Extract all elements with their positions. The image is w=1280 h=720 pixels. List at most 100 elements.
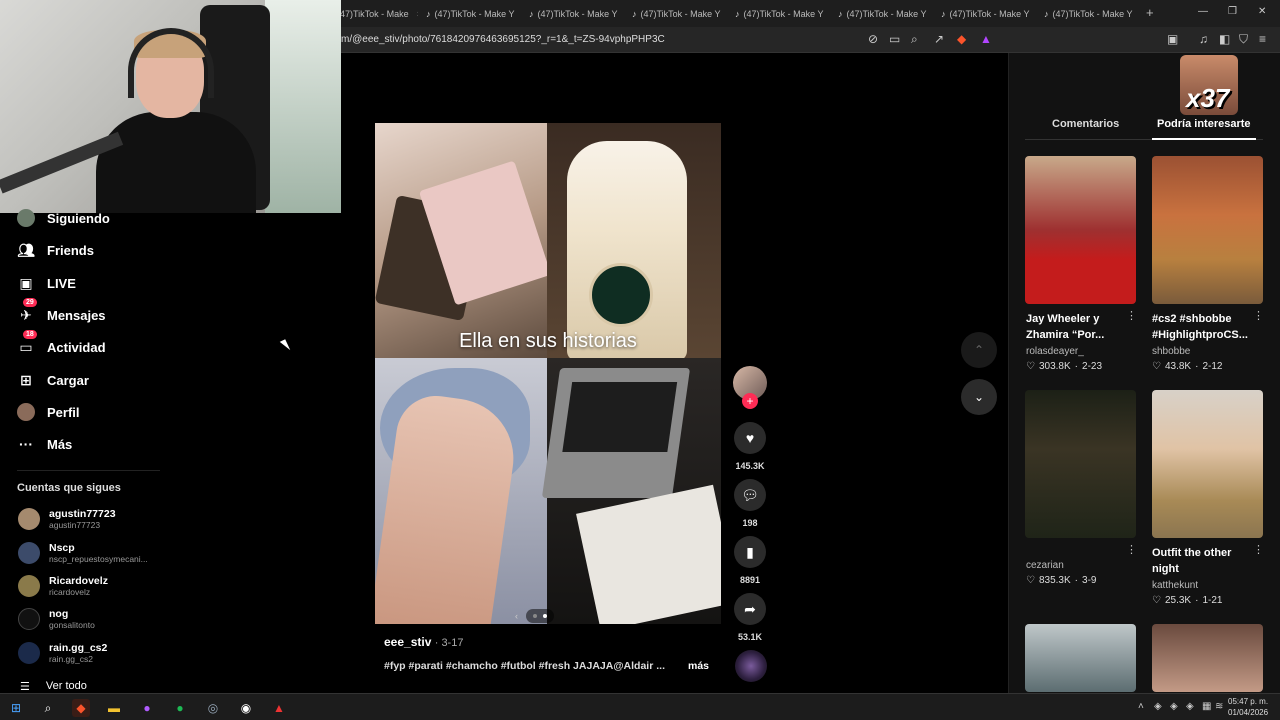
suggested-video-thumbnail[interactable] (1152, 624, 1263, 692)
network-icon[interactable]: ▦ (1202, 701, 1211, 712)
search-icon[interactable]: ⌕ (39, 699, 57, 717)
tray-app-icon[interactable]: ◈ (1170, 701, 1178, 712)
suggested-video-thumbnail[interactable] (1152, 390, 1263, 538)
suggested-video-thumbnail[interactable] (1152, 156, 1263, 304)
tiktok-icon: ♪ (735, 9, 740, 19)
previous-video-button[interactable]: ⌃ (961, 332, 997, 368)
like-count: 145.3K (735, 461, 765, 471)
minimize-icon[interactable]: — (1198, 6, 1208, 17)
spotify-icon[interactable]: ● (171, 699, 189, 717)
carousel-prev-icon[interactable]: ‹ (515, 611, 518, 621)
more-options-icon[interactable]: ⋮ (1253, 543, 1264, 556)
sidebar-item-upload[interactable]: ⊞ Cargar (17, 371, 89, 389)
zoom-icon[interactable]: ⌕ (911, 32, 918, 47)
browser-tab[interactable]: ♪ (47)TikTok - Make Y (838, 5, 934, 23)
rewards-icon[interactable]: ▲ (980, 32, 992, 46)
suggested-video-thumbnail[interactable] (1025, 390, 1136, 538)
webcam-person-body (96, 112, 256, 213)
vpn-icon[interactable]: ⛉ (1239, 32, 1248, 47)
browser-tab[interactable]: ♪ (47)TikTok - Make Y (941, 5, 1037, 23)
brave-browser-icon[interactable]: ◆ (72, 699, 90, 717)
save-button[interactable]: ▮ (734, 536, 766, 568)
browser-tab[interactable]: 47)TikTok - Make× (340, 5, 418, 23)
browser-tab[interactable]: ♪ (47)TikTok - Make Y (426, 5, 522, 23)
share-icon[interactable]: ↗ (934, 32, 944, 46)
file-explorer-icon[interactable]: ▬ (105, 699, 123, 717)
carousel-dot-active[interactable] (543, 614, 547, 618)
menu-icon[interactable]: ≡ (1259, 32, 1266, 46)
sidebar-divider (17, 470, 160, 471)
browser-tab[interactable]: ♪ (47)TikTok - Make Y (529, 5, 625, 23)
tiktok-icon: ♪ (529, 9, 534, 19)
obs-icon[interactable]: ◉ (237, 699, 255, 717)
like-button[interactable]: ♥ (734, 422, 766, 454)
media-icon[interactable]: ♫ (1199, 32, 1208, 46)
sidebar-item-more[interactable]: ··· Más (17, 435, 72, 453)
close-window-icon[interactable]: ✕ (1258, 6, 1266, 17)
suggested-video-author[interactable]: rolasdeayer_ (1026, 346, 1084, 357)
close-icon[interactable]: × (417, 9, 418, 19)
profile-avatar-icon (17, 403, 35, 421)
suggested-video-author[interactable]: shbobbe (1152, 346, 1190, 357)
system-clock[interactable]: 05:47 p. m. 01/04/2026 (1228, 696, 1268, 718)
more-options-icon[interactable]: ⋮ (1126, 309, 1137, 322)
next-video-button[interactable]: ⌄ (961, 379, 997, 415)
sidebar-toggle-icon[interactable]: ▣ (1167, 32, 1178, 46)
more-options-icon[interactable]: ⋮ (1126, 543, 1137, 556)
suggested-video-title[interactable]: Outfit the other night (1152, 545, 1256, 577)
reader-off-icon[interactable]: ⊘ (868, 32, 878, 46)
see-all-button[interactable]: ☰ Ver todo (20, 680, 87, 693)
app-icon[interactable]: ▲ (270, 699, 288, 717)
sidebar-item-messages[interactable]: ✈ 29 Mensajes (17, 298, 106, 324)
new-tab-button[interactable]: + (1146, 5, 1154, 20)
sidebar-item-friends[interactable]: 👥︎ Friends (17, 241, 94, 259)
tray-app-icon[interactable]: ◈ (1186, 701, 1194, 712)
more-options-icon[interactable]: ⋮ (1253, 309, 1264, 322)
heart-outline-icon: ♡ (1152, 595, 1161, 606)
carousel-dot[interactable] (533, 614, 537, 618)
followed-account[interactable]: rain.gg_cs2 rain.gg_cs2 (18, 642, 107, 664)
avatar (18, 608, 40, 630)
suggested-video-author[interactable]: cezarian (1026, 560, 1064, 571)
sidebar-item-activity[interactable]: ▭ 18 Actividad (17, 330, 106, 356)
suggested-video-title[interactable]: #cs2 #shbobbe #HighlightproCS... (1152, 311, 1256, 343)
followed-account[interactable]: agustin77723 agustin77723 (18, 508, 116, 530)
share-button[interactable]: ➦ (734, 593, 766, 625)
followed-account[interactable]: Ricardovelz ricardovelz (18, 575, 108, 597)
suggested-video-thumbnail[interactable] (1025, 624, 1136, 692)
followed-account[interactable]: Nscp nscp_repuestosymecani... (18, 542, 148, 564)
url-field[interactable]: m/@eee_stiv/photo/7618420976463695125?_r… (341, 34, 665, 45)
chevron-down-icon: ⌄ (973, 390, 985, 404)
comment-button[interactable]: 💬︎ (734, 479, 766, 511)
suggested-video-thumbnail[interactable] (1025, 156, 1136, 304)
cast-icon[interactable]: ▭ (889, 32, 900, 46)
discord-app-icon[interactable]: ● (138, 699, 156, 717)
steam-icon[interactable]: ◎ (204, 699, 222, 717)
photo-carousel[interactable]: Ella en sus historias ‹ (375, 123, 721, 624)
wifi-icon[interactable]: ≋ (1215, 701, 1223, 712)
tab-comments[interactable]: Comentarios (1052, 118, 1119, 130)
tab-suggested[interactable]: Podría interesarte (1157, 118, 1251, 130)
photo-cell (375, 123, 552, 358)
tray-app-icon[interactable]: ◈ (1154, 701, 1162, 712)
sidebar-item-profile[interactable]: Perfil (17, 403, 80, 421)
browser-tab[interactable]: ♪ (47)TikTok - Make Y (735, 5, 831, 23)
windows-start-icon[interactable]: ⊞ (7, 699, 25, 717)
suggested-video-title[interactable]: Jay Wheeler y Zhamira “Por... (1026, 311, 1130, 343)
upload-icon: ⊞ (20, 371, 32, 388)
music-disc[interactable] (735, 650, 767, 682)
followed-account[interactable]: nog gonsalitonto (18, 608, 95, 630)
browser-tab[interactable]: ♪ (47)TikTok - Make Y (632, 5, 728, 23)
brave-shield-icon[interactable]: ◆ (957, 32, 966, 46)
split-view-icon[interactable]: ◧ (1219, 32, 1230, 46)
follow-plus-button[interactable]: + (742, 393, 758, 409)
messages-icon: ✈ 29 (17, 298, 37, 324)
tray-expand-icon[interactable]: ˄ (1138, 701, 1144, 712)
suggested-video-author[interactable]: katthekunt (1152, 580, 1198, 591)
caption-more-button[interactable]: más (688, 660, 709, 672)
video-author[interactable]: eee_stiv · 3-17 (384, 635, 463, 649)
maximize-icon[interactable]: ❐ (1228, 6, 1237, 17)
browser-tab[interactable]: ♪ (47)TikTok - Make Y (1044, 5, 1140, 23)
sidebar-item-live[interactable]: ▣ LIVE (17, 274, 76, 292)
sidebar-item-following[interactable]: Siguiendo (17, 209, 110, 227)
